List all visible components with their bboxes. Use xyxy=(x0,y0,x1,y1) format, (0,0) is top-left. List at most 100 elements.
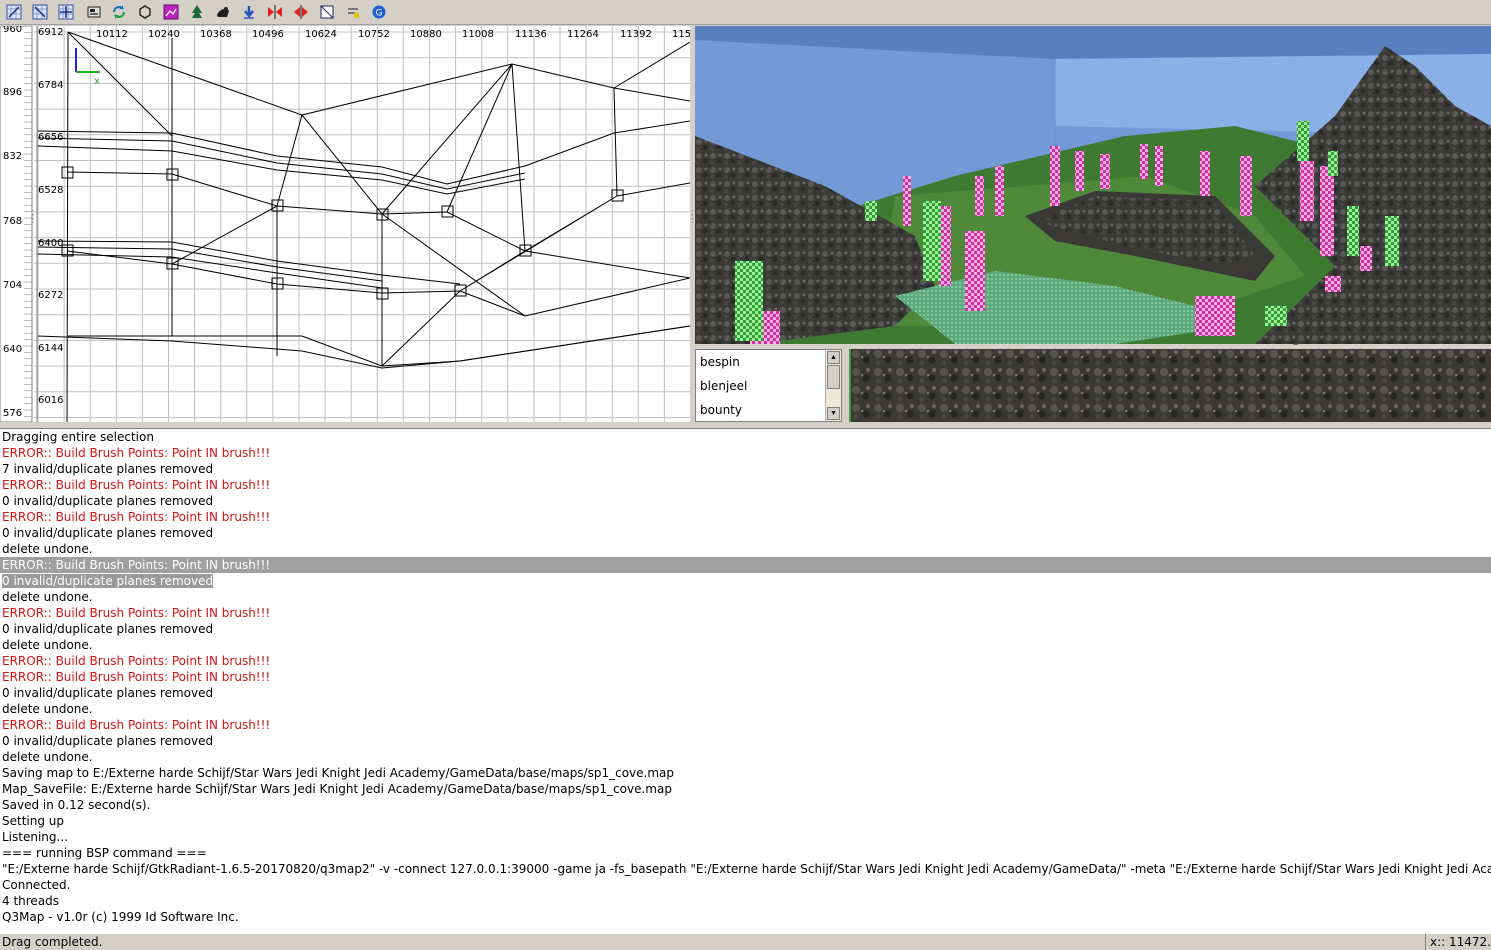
console-line: ERROR:: Build Brush Points: Point IN bru… xyxy=(0,557,1491,573)
texture-icon[interactable] xyxy=(161,2,181,21)
console-line: Map_SaveFile: E:/Externe harde Schijf/St… xyxy=(2,782,672,796)
grid-coordinate-label: 6784 xyxy=(38,80,63,91)
clipper-icon[interactable] xyxy=(239,2,259,21)
ruler-top-label: 10496 xyxy=(252,29,284,40)
list-item[interactable]: bespin xyxy=(696,350,841,374)
console-line: Q3Map - v1.0r (c) 1999 Id Software Inc. xyxy=(2,910,239,924)
brush-cube-icon[interactable] xyxy=(135,2,155,21)
camera-view-icon[interactable] xyxy=(84,2,104,21)
ruler-top-label: 10752 xyxy=(358,29,390,40)
list-item[interactable]: blenjeel xyxy=(696,374,841,398)
console-line: 4 threads xyxy=(2,894,60,908)
texture-directory-list[interactable]: bespin blenjeel bounty ▲ ▼ xyxy=(695,349,842,422)
console-line: ERROR:: Build Brush Points: Point IN bru… xyxy=(2,718,271,732)
grid-coordinate-label: 6656 xyxy=(38,132,63,143)
console-line: "E:/Externe harde Schijf/GtkRadiant-1.6.… xyxy=(2,862,1491,876)
ruler-left-label: 768 xyxy=(3,216,22,227)
grid-coordinate-label: 6144 xyxy=(38,343,63,354)
console-line: 0 invalid/duplicate planes removed xyxy=(0,573,1491,589)
ruler-top-label: 10240 xyxy=(148,29,180,40)
yz-view-icon[interactable] xyxy=(56,2,76,21)
console-line: delete undone. xyxy=(2,590,93,604)
splitter-grip: '''''''' xyxy=(945,419,950,428)
console-line: delete undone. xyxy=(2,750,93,764)
grid-coordinate-label: 6400 xyxy=(38,238,63,249)
flip-x-icon[interactable] xyxy=(265,2,285,21)
ruler-left-label: 960 xyxy=(3,26,22,35)
console-line-text: 0 invalid/duplicate planes removed xyxy=(2,574,214,588)
grid-coordinate-label: 6016 xyxy=(38,395,63,406)
xy-ortho-view[interactable]: x 960 896 832 768 704 640 576 10112 10240 10368 1… xyxy=(0,26,691,422)
console-line: Connected. xyxy=(2,878,71,892)
console-line: 7 invalid/duplicate planes removed xyxy=(2,462,214,476)
console-line: 0 invalid/duplicate planes removed xyxy=(2,734,214,748)
ruler-top-label: 11136 xyxy=(515,29,547,40)
brush-vertices xyxy=(61,166,624,300)
scroll-down-icon[interactable]: ▼ xyxy=(827,407,840,420)
ruler-top-label: 10112 xyxy=(96,29,128,40)
console-line: 0 invalid/duplicate planes removed xyxy=(2,622,214,636)
console-line: Setting up xyxy=(2,814,65,828)
console-line: delete undone. xyxy=(2,702,93,716)
console-line: ERROR:: Build Brush Points: Point IN bru… xyxy=(2,606,271,620)
console-line: Dragging entire selection xyxy=(2,430,154,444)
ruler-top-label: 10624 xyxy=(305,29,337,40)
select-inside-icon[interactable] xyxy=(317,2,337,21)
ruler-top-label: 115 xyxy=(672,29,690,40)
plugin-icon[interactable]: G xyxy=(369,2,389,21)
console-line: delete undone. xyxy=(2,638,93,652)
svg-text:G: G xyxy=(376,8,383,18)
console-log[interactable]: Dragging entire selectionERROR:: Build B… xyxy=(0,428,1491,933)
entity-tree-icon[interactable] xyxy=(187,2,207,21)
ruler-left-label: 576 xyxy=(3,408,22,419)
texture-browser-preview[interactable] xyxy=(849,349,1491,422)
xy-view-icon[interactable] xyxy=(4,2,24,21)
console-line: === running BSP command === xyxy=(2,846,207,860)
vertical-scrollbar[interactable]: ▲ ▼ xyxy=(825,350,841,421)
axis-x-label: x xyxy=(94,76,100,87)
grid-coordinate-label: 6272 xyxy=(38,290,63,301)
ruler-left-label: 896 xyxy=(3,87,22,98)
xz-view-icon[interactable] xyxy=(30,2,50,21)
rock-texture-thumbnail[interactable] xyxy=(851,349,1491,422)
brush-edges xyxy=(37,31,690,422)
ruler-top-label: 11392 xyxy=(620,29,652,40)
console-line: ERROR:: Build Brush Points: Point IN bru… xyxy=(2,478,271,492)
main-toolbar: G xyxy=(0,0,1491,25)
grid-coordinate-label: 6528 xyxy=(38,185,63,196)
region-icon[interactable] xyxy=(343,2,363,21)
console-line: 0 invalid/duplicate planes removed xyxy=(2,494,214,508)
ruler-left-label: 832 xyxy=(3,151,22,162)
ruler-top-label: 11008 xyxy=(462,29,494,40)
console-line: 0 invalid/duplicate planes removed xyxy=(2,686,214,700)
status-message: Drag completed. xyxy=(2,935,103,949)
change-views-icon[interactable] xyxy=(109,2,129,21)
scroll-thumb[interactable] xyxy=(827,365,840,389)
console-line: ERROR:: Build Brush Points: Point IN bru… xyxy=(2,510,271,524)
scroll-up-icon[interactable]: ▲ xyxy=(827,351,840,364)
ruler-left-label: 704 xyxy=(3,280,22,291)
console-line: ERROR:: Build Brush Points: Point IN bru… xyxy=(2,670,271,684)
ruler-top-label: 10880 xyxy=(410,29,442,40)
splitter-grip: ::: xyxy=(32,208,34,225)
console-line: Listening... xyxy=(2,830,68,844)
camera-3d-view[interactable] xyxy=(695,26,1491,344)
flip-y-icon[interactable] xyxy=(291,2,311,21)
list-item[interactable]: bounty xyxy=(696,398,841,422)
ruler-top-label: 11264 xyxy=(567,29,599,40)
camera-render xyxy=(695,26,1491,344)
axis-gizmo: x xyxy=(75,48,100,87)
console-line: Saved in 0.12 second(s). xyxy=(2,798,151,812)
console-line: ERROR:: Build Brush Points: Point IN bru… xyxy=(2,446,271,460)
grid-coordinate-label: 6912 xyxy=(38,27,63,38)
patch-icon[interactable] xyxy=(213,2,233,21)
ruler-left-label: 640 xyxy=(3,344,22,355)
console-line: ERROR:: Build Brush Points: Point IN bru… xyxy=(2,654,271,668)
status-coordinates: x:: 11472.0 xyxy=(1425,934,1491,950)
xy-grid-canvas[interactable]: x 960 896 832 768 704 640 576 10112 10240 10368 1… xyxy=(0,26,690,422)
console-line: Saving map to E:/Externe harde Schijf/St… xyxy=(2,766,675,780)
status-bar: Drag completed. x:: 11472.0 xyxy=(0,933,1491,950)
console-line: delete undone. xyxy=(2,542,93,556)
console-line: 0 invalid/duplicate planes removed xyxy=(2,526,214,540)
ruler-top-label: 10368 xyxy=(200,29,232,40)
